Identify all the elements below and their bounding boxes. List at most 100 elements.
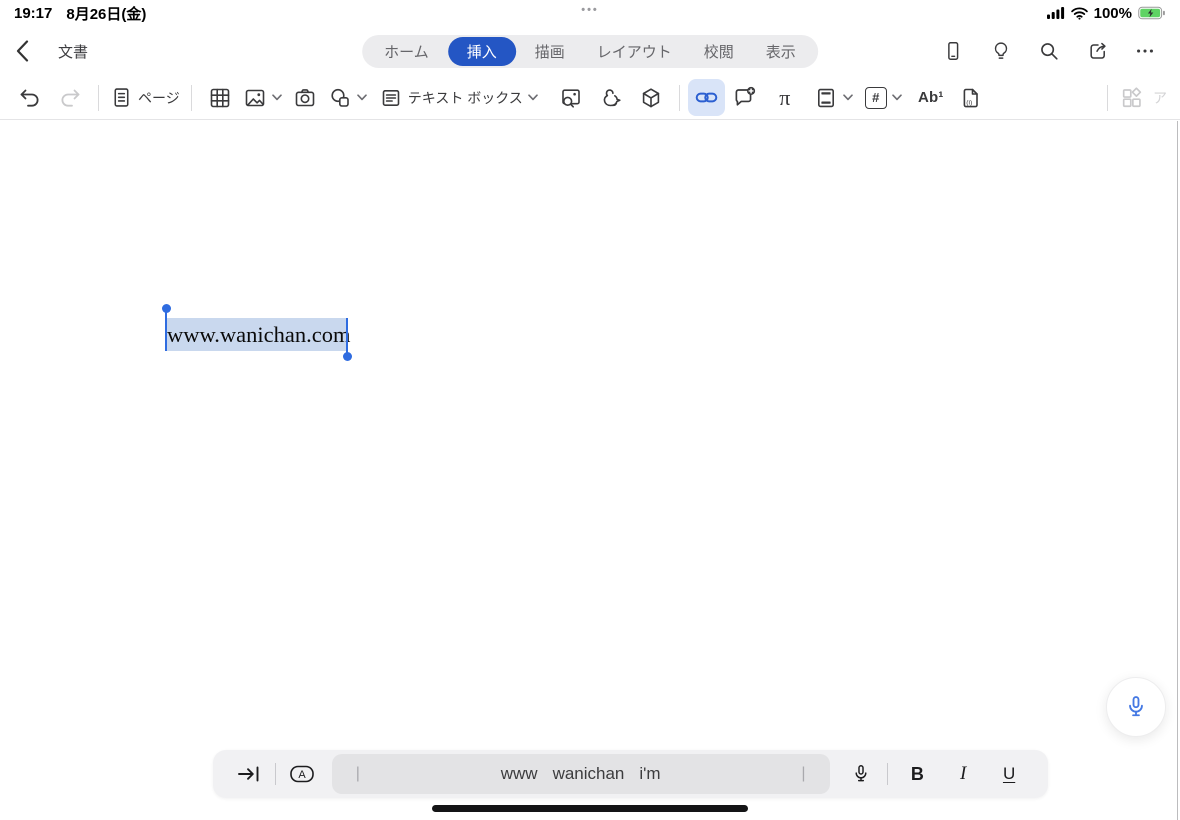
candidate-1[interactable]: www [501,764,538,784]
text-box-label: テキスト ボックス [407,89,523,106]
cellular-icon [1046,7,1065,19]
undo-icon [18,86,42,110]
header-footer-icon [814,86,838,110]
add-ins-button[interactable]: ア [1116,78,1170,118]
back-button[interactable] [16,33,46,69]
bold-button[interactable]: B [894,754,940,794]
chevron-down-icon [356,94,367,101]
tab-key-icon [236,762,262,786]
ribbon-tab-bar: ホーム 挿入 描画 レイアウト 校閲 表示 [362,35,818,68]
document-canvas[interactable]: www.wanichan.com [0,121,1180,820]
comment-add-icon [732,85,757,110]
tab-view[interactable]: 表示 [750,35,812,68]
svg-text:A: A [298,769,306,781]
chevron-down-icon [842,94,853,101]
kb-divider [274,763,276,785]
underline-button[interactable]: U [986,754,1032,794]
link-button[interactable] [687,79,725,116]
italic-button[interactable]: I [940,754,986,794]
letter-a-box-icon: A [287,762,317,786]
tab-draw[interactable]: 描画 [519,35,581,68]
3d-models-button[interactable] [631,78,671,118]
footnote-icon: Ab¹ [918,89,944,106]
dictation-fab-button[interactable] [1106,677,1166,737]
kb-divider [887,763,889,785]
status-time: 19:17 [14,4,53,22]
equation-button[interactable]: π [765,78,805,118]
selection-handle-end-dot[interactable] [342,352,352,361]
table-button[interactable] [200,78,240,118]
bold-label: B [910,763,924,784]
page-number-button[interactable]: # [862,78,905,118]
tab-home[interactable]: ホーム [368,35,445,68]
ideas-button[interactable] [982,32,1020,70]
undo-button[interactable] [10,78,50,118]
candidate-2[interactable]: wanichan [553,764,625,784]
page-edge-line [1176,121,1178,820]
battery-percent: 100% [1093,4,1132,22]
selection-handle-start-dot[interactable] [161,303,171,313]
pi-icon: π [779,84,791,110]
tab-insert[interactable]: 挿入 [447,37,516,66]
document-info-button[interactable]: (i) [951,78,991,118]
chevron-down-icon [527,94,538,101]
page-button-label: ページ [138,89,180,106]
search-button[interactable] [1030,32,1068,70]
candidate-separator: | [801,765,806,782]
pictures-button[interactable] [240,78,285,118]
toolbar-divider [190,84,192,111]
wifi-icon [1070,7,1088,20]
document-title[interactable]: 文書 [58,41,88,62]
camera-button[interactable] [285,78,325,118]
search-icon [1038,40,1060,62]
text-box-button[interactable]: テキスト ボックス [376,78,541,118]
footnote-button[interactable]: Ab¹ [911,78,951,118]
toolbar-divider [98,84,99,111]
document-info-icon: (i) [959,86,983,110]
share-button[interactable] [1078,32,1116,70]
text-box-icon [379,86,403,110]
selection-handle-start[interactable] [165,311,167,351]
icons-button[interactable] [591,78,631,118]
nav-bar: 文書 ホーム 挿入 描画 レイアウト 校閲 表示 [0,26,1180,76]
new-comment-button[interactable] [725,78,765,118]
insert-ribbon-toolbar: ページ テキスト ボックス π # Ab¹ (i) ア [0,76,1180,120]
redo-icon [58,86,82,110]
input-mode-button[interactable]: A [282,754,322,794]
toolbar-divider [678,84,680,111]
camera-icon [293,86,317,110]
prediction-candidates-field[interactable]: | www wanichan i'm | [331,754,830,794]
microphone-icon [1123,694,1149,720]
selected-text[interactable]: www.wanichan.com [167,320,350,350]
battery-charging-icon [1138,6,1166,20]
candidate-3[interactable]: i'm [639,764,660,784]
tab-key-button[interactable] [229,754,269,794]
home-indicator[interactable] [432,805,748,812]
keyboard-accessory-bar: A | www wanichan i'm | B I U [213,750,1048,798]
redo-button[interactable] [50,78,90,118]
svg-text:(i): (i) [966,99,972,106]
shapes-icon [328,86,352,110]
page-button[interactable]: ページ [107,78,183,118]
chevron-down-icon [271,94,282,101]
tab-layout[interactable]: レイアウト [581,35,688,68]
multitask-dots-icon[interactable]: ••• [581,4,599,16]
status-date: 8月26日(金) [66,5,147,23]
mobile-view-icon [942,40,964,62]
add-ins-icon [1119,85,1144,110]
shapes-button[interactable] [325,78,370,118]
3d-cube-icon [639,86,663,110]
lightbulb-icon [990,40,1012,62]
header-footer-button[interactable] [811,78,856,118]
picture-icon [243,86,267,110]
chevron-down-icon [891,94,902,101]
mobile-view-button[interactable] [934,32,972,70]
more-options-button[interactable] [1126,32,1164,70]
toolbar-divider [1107,84,1108,111]
keyboard-dictation-button[interactable] [842,754,882,794]
microphone-icon [850,763,872,785]
tab-review[interactable]: 校閲 [688,35,750,68]
online-pictures-button[interactable] [551,78,591,118]
status-bar: 19:17 8月26日(金) ••• 100% [0,0,1180,26]
online-pictures-icon [559,86,583,110]
